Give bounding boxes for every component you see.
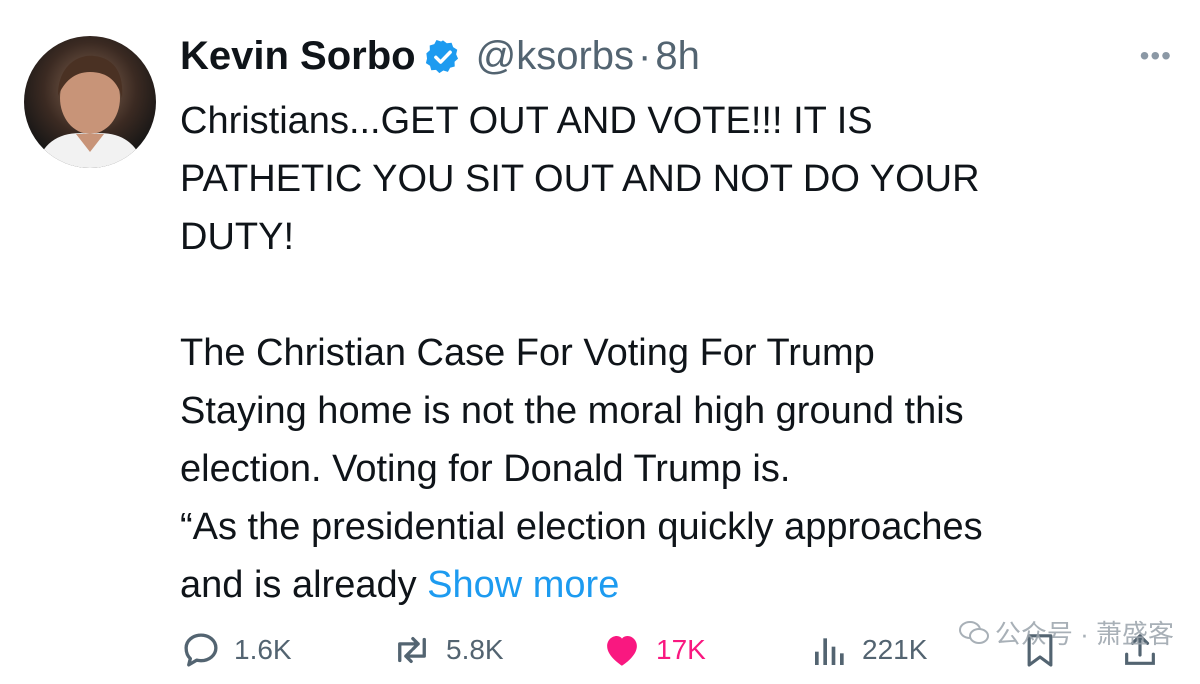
reply-button[interactable]: 1.6K bbox=[180, 626, 292, 674]
tweet-text: Christians...GET OUT AND VOTE!!! IT IS P… bbox=[180, 92, 1180, 614]
post-time[interactable]: 8h bbox=[655, 30, 700, 82]
tweet-header: Kevin Sorbo @ksorbs · 8h bbox=[180, 30, 700, 82]
author-handle[interactable]: @ksorbs bbox=[476, 30, 634, 82]
tweet-last-line: and is already Show more bbox=[180, 556, 1180, 614]
view-count: 221K bbox=[862, 634, 928, 665]
avatar-photo bbox=[36, 55, 144, 168]
tweet-line: “As the presidential election quickly ap… bbox=[180, 506, 983, 548]
bookmark-icon bbox=[1027, 634, 1053, 667]
views-button[interactable]: 221K bbox=[810, 626, 927, 674]
verified-badge-icon bbox=[424, 37, 462, 75]
share-icon bbox=[1125, 634, 1155, 665]
reply-count: 1.6K bbox=[234, 634, 292, 665]
share-button[interactable] bbox=[1120, 626, 1172, 674]
tweet-line: DUTY! bbox=[180, 216, 294, 258]
like-button[interactable]: 17K bbox=[600, 626, 706, 674]
more-options-icon[interactable]: ••• bbox=[1140, 40, 1172, 72]
tweet-line: Christians...GET OUT AND VOTE!!! IT IS bbox=[180, 100, 873, 142]
views-icon bbox=[815, 638, 844, 665]
avatar[interactable] bbox=[24, 36, 156, 168]
like-count: 17K bbox=[656, 634, 706, 665]
author-name[interactable]: Kevin Sorbo bbox=[180, 30, 416, 82]
repost-icon bbox=[398, 636, 426, 664]
action-bar: 1.6K 5.8K 17K 221K bbox=[180, 626, 1180, 674]
tweet-line: The Christian Case For Voting For Trump bbox=[180, 332, 875, 374]
show-more-link[interactable]: Show more bbox=[427, 564, 619, 606]
separator-dot: · bbox=[638, 34, 652, 78]
bookmark-button[interactable] bbox=[1020, 626, 1072, 674]
reply-icon bbox=[184, 633, 218, 667]
repost-button[interactable]: 5.8K bbox=[390, 626, 504, 674]
tweet-line: election. Voting for Donald Trump is. bbox=[180, 448, 791, 490]
tweet-line-text: and is already bbox=[180, 564, 428, 606]
tweet-line: Staying home is not the moral high groun… bbox=[180, 390, 964, 432]
heart-icon bbox=[607, 636, 637, 666]
tweet-line: PATHETIC YOU SIT OUT AND NOT DO YOUR bbox=[180, 158, 980, 200]
repost-count: 5.8K bbox=[446, 634, 504, 665]
